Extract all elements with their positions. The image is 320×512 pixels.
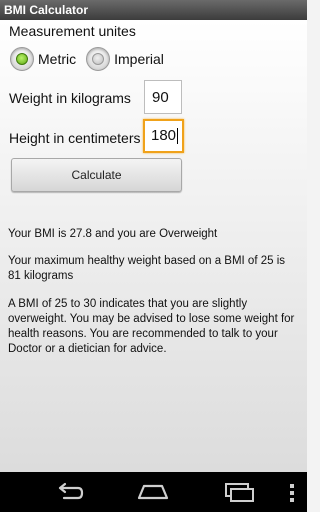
metric-radio-label[interactable]: Metric bbox=[38, 51, 76, 67]
advice-text: A BMI of 25 to 30 indicates that you are… bbox=[8, 298, 295, 355]
app-title: BMI Calculator bbox=[0, 0, 307, 20]
text-caret bbox=[177, 128, 179, 145]
calculate-button[interactable]: Calculate bbox=[11, 158, 182, 192]
imperial-radio[interactable] bbox=[86, 47, 111, 71]
main-content: Measurement unites Metric Imperial Weigh… bbox=[0, 20, 307, 472]
home-icon[interactable] bbox=[135, 482, 171, 502]
units-radio-group: Metric Imperial bbox=[10, 46, 174, 72]
units-label: Measurement unites bbox=[9, 23, 136, 39]
imperial-radio-label[interactable]: Imperial bbox=[114, 51, 164, 67]
healthy-weight-text: Your maximum healthy weight based on a B… bbox=[8, 255, 285, 282]
radio-unchecked-dot bbox=[92, 53, 105, 65]
back-icon[interactable] bbox=[50, 482, 84, 502]
system-navbar bbox=[0, 472, 307, 512]
radio-checked-dot bbox=[16, 53, 28, 65]
height-input-value: 180 bbox=[151, 127, 177, 144]
menu-icon[interactable] bbox=[287, 484, 297, 502]
height-input[interactable]: 180 bbox=[143, 119, 184, 153]
metric-radio[interactable] bbox=[10, 47, 34, 71]
height-label: Height in centimeters bbox=[9, 130, 141, 146]
bmi-result-text: Your BMI is 27.8 and you are Overweight bbox=[8, 228, 218, 240]
weight-input[interactable] bbox=[144, 80, 182, 114]
recent-apps-icon[interactable] bbox=[222, 482, 256, 504]
weight-label: Weight in kilograms bbox=[9, 90, 131, 106]
